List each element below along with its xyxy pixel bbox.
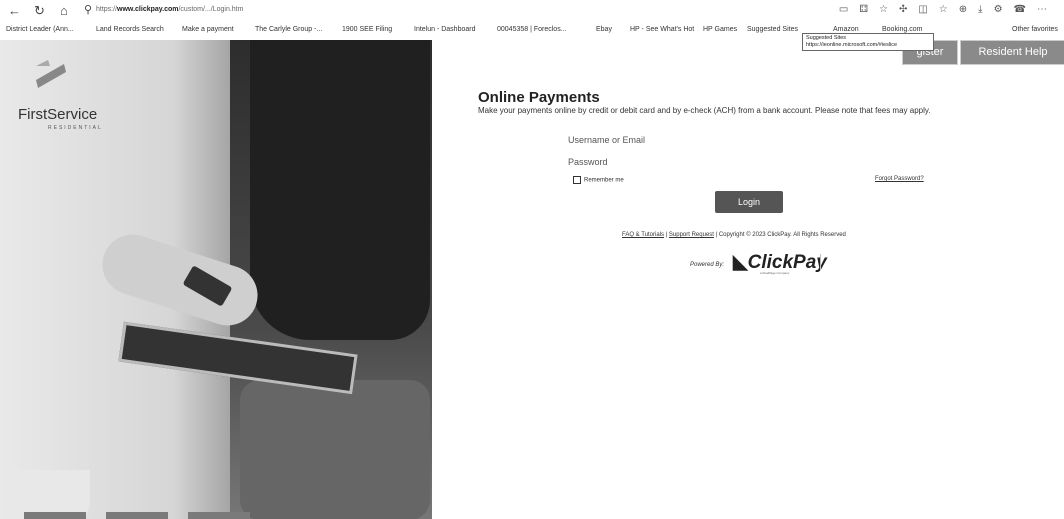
firstservice-logo-icon — [36, 60, 66, 88]
clickpay-sub: a RealPage Company — [760, 271, 790, 275]
copyright: | Copyright © 2023 ClickPay. All Rights … — [713, 232, 846, 238]
page-subtitle: Make your payments online by credit or d… — [478, 106, 931, 115]
lock-icon: ⚲ — [84, 4, 93, 16]
clickpay-logo-icon: ◣ — [733, 252, 748, 273]
remember-checkbox[interactable] — [573, 176, 581, 184]
favorite-item[interactable]: Make a payment — [182, 26, 234, 33]
favorite-item[interactable]: District Leader (Ann... — [6, 26, 74, 33]
refresh-icon[interactable]: ↻ — [34, 3, 45, 19]
home-icon[interactable]: ⌂ — [60, 3, 68, 18]
resident-help-center-button[interactable]: Resident Help Center — [960, 40, 1064, 81]
other-favorites[interactable]: Other favorites — [1012, 26, 1058, 33]
favorite-item[interactable]: HP - See What's Hot — [630, 26, 694, 33]
favorite-item[interactable]: Booking.com — [882, 26, 922, 33]
address-bar[interactable]: https://www.clickpay.com/custom/.../Logi… — [96, 6, 243, 13]
navigation-bar: ← ↻ ⌂ ⚲ https://www.clickpay.com/custom/… — [0, 0, 1064, 22]
tooltip-url: https://ieonline.microsoft.com/#ieslice — [806, 42, 898, 48]
forgot-password-link[interactable]: Forgot Password? — [875, 176, 924, 182]
favorite-item[interactable]: 1900 SEE Filing — [342, 26, 392, 33]
support-link[interactable]: Support Request — [669, 232, 714, 238]
favorite-item[interactable]: Intelun - Dashboard — [414, 26, 475, 33]
hero-tab[interactable] — [24, 512, 86, 519]
powered-by-label: Powered By: — [690, 262, 725, 268]
footer-links: FAQ & Tutorials | Support Request | Copy… — [622, 232, 846, 238]
hero-image: FirstService RESIDENTIAL — [0, 40, 432, 519]
hero-tab[interactable] — [188, 512, 250, 519]
divider — [820, 254, 821, 270]
login-button[interactable]: Login — [715, 191, 783, 213]
faq-link[interactable]: FAQ & Tutorials — [622, 232, 664, 238]
favorite-item[interactable]: Ebay — [596, 26, 612, 33]
favorite-item[interactable]: Suggested Sites — [747, 26, 798, 33]
back-icon[interactable]: ← — [8, 3, 21, 18]
browser-toolbar-icons[interactable]: ▭⚃☆✣◫☆⊕⤓⚙☎⋯ — [839, 4, 1058, 15]
brand-name: FirstService — [18, 106, 98, 123]
favorite-item[interactable]: HP Games — [703, 26, 737, 33]
brand-sub: RESIDENTIAL — [48, 125, 103, 131]
favorite-item[interactable]: The Carlyle Group -... — [255, 26, 322, 33]
hero-tab[interactable] — [106, 512, 168, 519]
favorite-item[interactable]: Amazon — [833, 26, 859, 33]
tooltip-title: Suggested Sites — [806, 35, 847, 41]
favorite-item[interactable]: 00045358 | Foreclos... — [497, 26, 567, 33]
username-field[interactable]: Username or Email — [568, 135, 645, 145]
remember-me[interactable]: Remember me — [573, 176, 624, 184]
password-field[interactable]: Password — [568, 157, 608, 167]
remember-label: Remember me — [584, 177, 624, 184]
favorite-item[interactable]: Land Records Search — [96, 26, 164, 33]
favorite-tooltip: Suggested Sites https://ieonline.microso… — [802, 33, 934, 51]
page-title: Online Payments — [478, 89, 600, 106]
